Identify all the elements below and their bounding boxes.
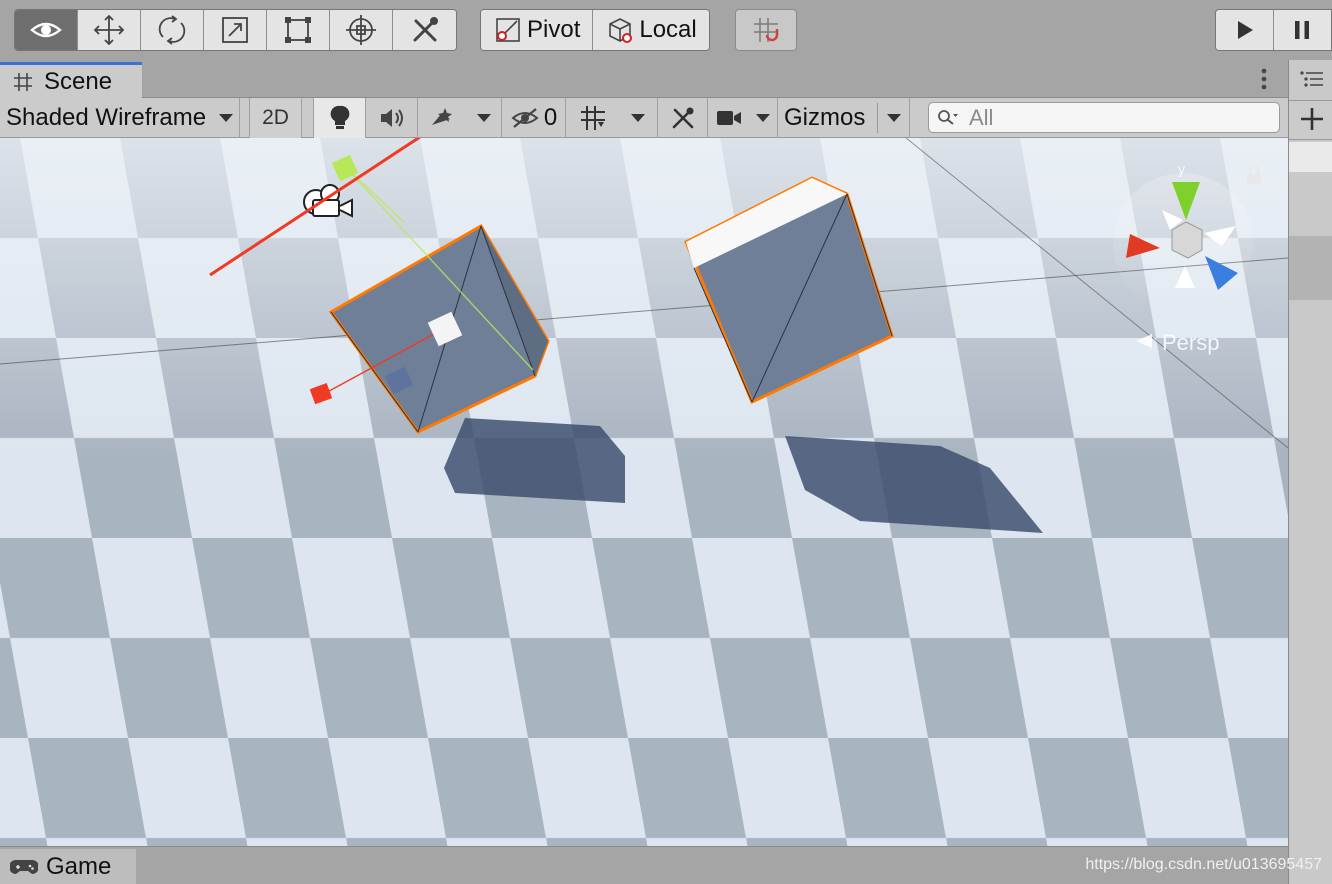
scene-tab-label: Scene <box>44 68 113 95</box>
transform-tools <box>14 9 457 51</box>
playmode-controls <box>1215 9 1332 51</box>
hidden-eye-icon <box>511 107 539 128</box>
grid-snap-icon <box>754 18 779 42</box>
grid-snap-button[interactable] <box>735 9 797 51</box>
rotate-tool-button[interactable] <box>141 10 204 50</box>
lightbulb-icon <box>330 105 349 129</box>
right-side-panel <box>1288 60 1332 884</box>
scene-viewport[interactable]: y Persp <box>0 138 1288 846</box>
scene-view-options: Shaded Wireframe 2D 0 Gizmos All <box>0 97 1288 138</box>
pause-button[interactable] <box>1273 10 1331 50</box>
toggle-2d[interactable]: 2D <box>250 97 302 138</box>
view-tool-button[interactable] <box>15 10 78 50</box>
gizmos-dropdown[interactable] <box>878 97 910 138</box>
audio-toggle[interactable] <box>366 97 418 138</box>
gizmos-button[interactable]: Gizmos <box>778 98 878 138</box>
draw-mode-dropdown[interactable]: Shaded Wireframe <box>0 97 240 138</box>
tools-icon <box>672 107 693 128</box>
search-icon <box>938 109 958 125</box>
effects-icon <box>432 107 453 125</box>
play-button[interactable] <box>1216 10 1274 50</box>
video-camera-icon <box>716 110 741 125</box>
camera-dropdown[interactable] <box>708 97 778 138</box>
pivot-mode-group: Pivot Local <box>480 9 710 51</box>
transform-icon <box>346 15 376 45</box>
separator <box>302 97 314 138</box>
tab-scene[interactable]: Scene <box>0 62 142 99</box>
pivot-icon <box>496 18 520 42</box>
chevron-down-icon <box>476 113 491 122</box>
chevron-down-icon <box>219 113 233 122</box>
persp-label[interactable]: Persp <box>1162 330 1219 355</box>
chevron-down-icon <box>631 113 646 122</box>
hidden-count: 0 <box>543 103 558 131</box>
svg-text:y: y <box>1178 161 1185 177</box>
pivot-label: Pivot <box>527 16 581 43</box>
chevron-down-icon <box>756 113 771 122</box>
horizon-fade <box>0 138 1288 846</box>
lighting-toggle[interactable] <box>314 97 366 138</box>
scene-visibility-toggle[interactable]: 0 <box>502 97 566 138</box>
pause-icon <box>1295 21 1310 39</box>
move-arrows-icon <box>93 14 125 46</box>
custom-tool-button[interactable] <box>393 10 456 50</box>
main-toolbar: Pivot Local <box>0 0 1332 60</box>
transform-tool-button[interactable] <box>330 10 393 50</box>
local-label: Local <box>639 16 697 43</box>
panel-scrollbar[interactable] <box>1289 236 1332 300</box>
toggle-2d-label: 2D <box>262 105 289 129</box>
rect-transform-icon <box>285 17 311 43</box>
unity-editor: Pivot Local Scene Shaded Wireframe 2D 0 … <box>0 0 1332 884</box>
add-icon[interactable] <box>1299 106 1325 132</box>
search-placeholder: All <box>969 104 994 130</box>
component-tools-toggle[interactable] <box>658 97 708 138</box>
effects-dropdown[interactable] <box>418 97 502 138</box>
eye-icon <box>30 22 62 38</box>
hash-grid-icon <box>14 73 32 91</box>
play-icon <box>1238 21 1254 39</box>
scale-tool-button[interactable] <box>204 10 267 50</box>
cube-shadow <box>444 418 625 503</box>
pivot-toggle[interactable]: Pivot <box>481 10 594 50</box>
grid-icon <box>580 105 605 130</box>
tab-game[interactable]: Game <box>0 849 136 884</box>
move-tool-button[interactable] <box>78 10 141 50</box>
draw-mode-value: Shaded Wireframe <box>6 103 207 131</box>
local-toggle[interactable]: Local <box>593 10 709 50</box>
scene-search-input[interactable]: All <box>928 102 1280 133</box>
scene-canvas: y Persp <box>0 138 1288 846</box>
rotate-icon <box>158 15 186 45</box>
game-tab-label: Game <box>46 853 112 880</box>
local-cube-icon <box>609 18 633 43</box>
separator <box>240 97 250 138</box>
list-icon[interactable] <box>1297 68 1327 92</box>
gamepad-icon <box>10 860 38 874</box>
kebab-menu-icon[interactable] <box>1258 66 1270 92</box>
grid-dropdown[interactable] <box>566 97 658 138</box>
scale-icon <box>222 17 248 43</box>
tools-icon <box>413 17 438 42</box>
rect-tool-button[interactable] <box>267 10 330 50</box>
scene-tab-bar: Scene <box>0 60 1288 99</box>
chevron-down-icon <box>886 113 901 122</box>
panel-row <box>1289 142 1332 172</box>
gizmos-label: Gizmos <box>784 103 866 131</box>
watermark-text: https://blog.csdn.net/u013695457 <box>1085 856 1322 873</box>
speaker-icon <box>380 108 403 127</box>
